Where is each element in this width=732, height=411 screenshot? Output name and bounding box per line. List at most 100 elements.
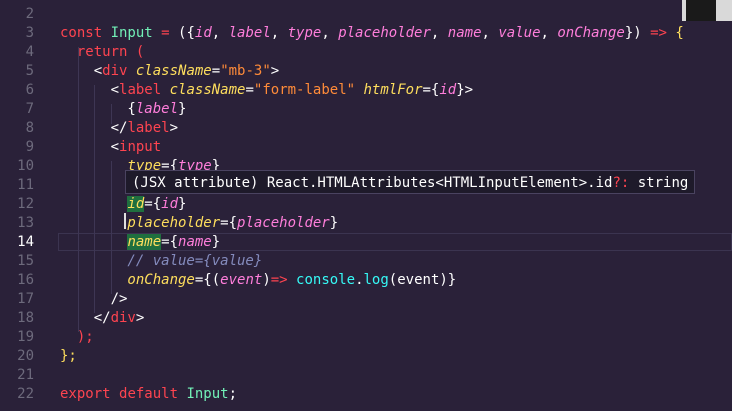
code-line[interactable]: 4 return ( bbox=[0, 43, 732, 62]
code-token: "form-label" bbox=[253, 82, 356, 98]
code-token: = bbox=[245, 82, 254, 98]
code-token: div bbox=[110, 310, 136, 326]
code-token: name bbox=[178, 234, 212, 250]
code-token: = bbox=[211, 63, 221, 79]
code-line[interactable]: 7 {label} bbox=[0, 100, 732, 119]
line-number: 15 bbox=[17, 253, 34, 269]
code-token: onChange bbox=[557, 25, 625, 41]
code-text: <input bbox=[60, 138, 162, 157]
code-token: }; bbox=[60, 348, 77, 364]
code-token: , bbox=[321, 25, 339, 41]
code-line[interactable]: 16 onChange={(event)=> console.log(event… bbox=[0, 271, 732, 290]
code-line[interactable]: 18 </div> bbox=[0, 309, 732, 328]
code-token: } bbox=[178, 101, 187, 117]
code-text: </div> bbox=[60, 309, 145, 328]
code-token: ={ bbox=[144, 196, 162, 212]
code-token: id bbox=[127, 196, 145, 212]
code-token: > bbox=[135, 310, 145, 326]
code-token: , bbox=[430, 25, 448, 41]
code-token: const bbox=[60, 25, 111, 41]
line-number: 18 bbox=[17, 310, 34, 326]
code-text: placeholder={placeholder} bbox=[60, 214, 338, 233]
code-token: ={ bbox=[220, 215, 238, 231]
code-token: < bbox=[60, 63, 103, 79]
code-token: > bbox=[270, 63, 280, 79]
code-line[interactable]: 13 placeholder={placeholder} bbox=[0, 214, 732, 233]
code-token: value bbox=[498, 25, 541, 41]
line-number: 11 bbox=[17, 177, 34, 193]
line-number: 9 bbox=[25, 139, 34, 155]
code-token: console bbox=[296, 272, 356, 288]
code-token: placeholder bbox=[237, 215, 330, 231]
tooltip-type: string bbox=[637, 175, 689, 191]
code-token: /> bbox=[60, 291, 128, 307]
code-text: <label className="form-label" htmlFor={i… bbox=[60, 81, 474, 100]
line-number: 20 bbox=[17, 348, 34, 364]
code-line[interactable]: 22 export default Input; bbox=[0, 385, 732, 404]
code-token: } bbox=[329, 215, 339, 231]
code-line[interactable]: 19 ); bbox=[0, 328, 732, 347]
code-token: }> bbox=[456, 82, 474, 98]
code-text: name={name} bbox=[60, 233, 220, 252]
tooltip-optional-marker: ?: bbox=[612, 175, 638, 191]
code-text: id={id} bbox=[60, 195, 186, 214]
code-line[interactable]: 8 </label> bbox=[0, 119, 732, 138]
code-text: /> bbox=[60, 290, 128, 309]
code-token: , bbox=[270, 25, 288, 41]
code-text: <div className="mb-3"> bbox=[60, 62, 280, 81]
code-token: id bbox=[439, 82, 457, 98]
code-token: }) bbox=[624, 25, 651, 41]
code-token: = bbox=[152, 25, 179, 41]
code-line[interactable]: 15 // value={value} bbox=[0, 252, 732, 271]
line-number: 21 bbox=[17, 367, 34, 383]
line-number: 22 bbox=[17, 386, 34, 402]
code-token: ); bbox=[76, 329, 94, 345]
code-token: name bbox=[447, 25, 482, 41]
code-token: ({ bbox=[178, 25, 195, 41]
code-text: onChange={(event)=> console.log(event)} bbox=[60, 271, 456, 290]
code-line[interactable]: 6 <label className="form-label" htmlFor=… bbox=[0, 81, 732, 100]
line-number: 4 bbox=[25, 44, 34, 60]
code-line[interactable]: 20}; bbox=[0, 347, 732, 366]
code-token: Input bbox=[186, 386, 229, 402]
code-token: < bbox=[60, 82, 120, 98]
code-token: { bbox=[675, 25, 684, 41]
code-token: "mb-3" bbox=[220, 63, 271, 79]
code-token: , bbox=[540, 25, 558, 41]
code-token: export bbox=[60, 386, 120, 402]
code-token: < bbox=[60, 139, 120, 155]
code-token: , bbox=[481, 25, 499, 41]
code-token: onChange bbox=[60, 272, 195, 288]
code-text: ); bbox=[60, 328, 94, 347]
code-token: { bbox=[60, 101, 136, 117]
code-token: placeholder bbox=[60, 215, 221, 231]
code-line[interactable]: 3 const Input = ({id, label, type, placeh… bbox=[0, 24, 732, 43]
code-token: // value={value} bbox=[60, 253, 263, 269]
code-token: className bbox=[161, 82, 246, 98]
code-token: htmlFor bbox=[355, 82, 423, 98]
line-number: 7 bbox=[25, 101, 34, 117]
hover-tooltip: (JSX attribute) React.HTMLAttributes<HTM… bbox=[125, 170, 696, 194]
code-line[interactable]: 12 id={id} bbox=[0, 195, 732, 214]
code-token: label bbox=[119, 82, 162, 98]
code-text: {label} bbox=[60, 100, 186, 119]
code-line[interactable]: 17 /> bbox=[0, 290, 732, 309]
code-token: label bbox=[127, 120, 170, 136]
code-token: log bbox=[363, 272, 389, 288]
code-token: placeholder bbox=[338, 25, 431, 41]
code-token: ( bbox=[135, 44, 145, 60]
code-token: </ bbox=[60, 310, 111, 326]
code-line[interactable]: 5 <div className="mb-3"> bbox=[0, 62, 732, 81]
code-editor[interactable]: 2 3 const Input = ({id, label, type, place… bbox=[0, 0, 732, 411]
code-line[interactable]: 2 bbox=[0, 5, 732, 24]
webcam-overlay-dark bbox=[686, 0, 716, 21]
line-number: 13 bbox=[17, 215, 34, 231]
code-token: id bbox=[194, 25, 212, 41]
code-line[interactable]: 14 name={name} bbox=[0, 233, 732, 252]
code-line[interactable]: 21 bbox=[0, 366, 732, 385]
code-token: event bbox=[220, 272, 263, 288]
code-text: // value={value} bbox=[60, 252, 262, 271]
code-line[interactable]: 9 <input bbox=[0, 138, 732, 157]
